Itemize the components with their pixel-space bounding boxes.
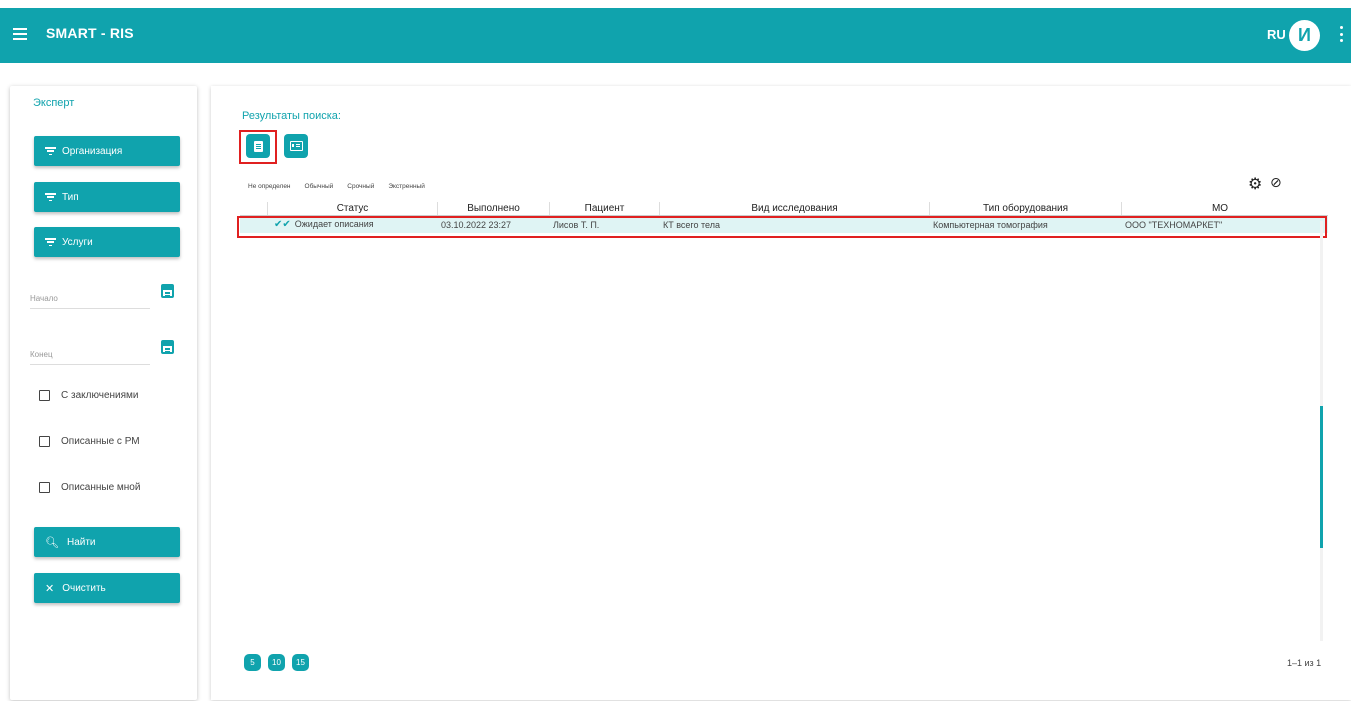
filter-button-label: Услуги [62, 236, 93, 248]
results-heading: Результаты поиска: [242, 110, 341, 122]
column-header-org[interactable]: МО [1122, 202, 1318, 215]
filter-icon [45, 193, 56, 201]
tab-emergency[interactable]: Экстренный [388, 183, 425, 190]
clear-button[interactable]: ✕ Очистить [34, 573, 180, 603]
user-avatar[interactable]: И [1289, 20, 1320, 51]
more-vert-icon[interactable] [1339, 26, 1343, 42]
scrollbar-thumb[interactable] [1320, 406, 1323, 548]
search-button[interactable]: 🔍︎ Найти [34, 527, 180, 557]
described-by-me-checkbox[interactable]: Описанные мной [39, 482, 140, 493]
checkbox-label: Описанные с РМ [61, 436, 140, 447]
calendar-icon[interactable] [161, 284, 174, 298]
checkbox-box[interactable] [39, 436, 50, 447]
page-size-15-button[interactable]: 15 [292, 654, 309, 671]
column-header-study[interactable]: Вид исследования [660, 202, 930, 215]
filter-sidebar: Эксперт Организация Тип Услуги Начало Ко… [10, 86, 197, 700]
checkbox-box[interactable] [39, 482, 50, 493]
filter-icon [45, 238, 56, 246]
page-size-5-button[interactable]: 5 [244, 654, 261, 671]
close-icon: ✕ [45, 582, 55, 595]
filter-icon [45, 147, 56, 155]
with-conclusions-checkbox[interactable]: С заключениями [39, 390, 139, 401]
column-header-select [240, 202, 268, 215]
date-to-underline [30, 364, 150, 365]
visibility-off-icon[interactable]: ⊘ [1270, 174, 1282, 191]
language-switcher[interactable]: RU [1267, 27, 1286, 42]
column-header-completed[interactable]: Выполнено [438, 202, 550, 215]
column-header-patient[interactable]: Пациент [550, 202, 660, 215]
tab-undefined[interactable]: Не определен [248, 183, 291, 190]
tab-normal[interactable]: Обычный [305, 183, 334, 190]
search-icon: 🔍︎ [45, 536, 59, 549]
tab-urgent[interactable]: Срочный [347, 183, 374, 190]
organization-filter-button[interactable]: Организация [34, 136, 180, 166]
date-from-label: Начало [30, 294, 58, 303]
sidebar-title: Эксперт [33, 97, 75, 109]
date-to-label: Конец [30, 350, 53, 359]
document-icon [253, 140, 263, 152]
results-panel: Результаты поиска: Не определен Обычный … [211, 86, 1351, 700]
column-header-equipment[interactable]: Тип оборудования [930, 202, 1122, 215]
filter-button-label: Организация [62, 145, 123, 157]
checkbox-label: Описанные мной [61, 482, 141, 493]
table-header: Статус Выполнено Пациент Вид исследовани… [240, 202, 1328, 216]
date-from-field[interactable]: Начало [30, 284, 182, 309]
search-button-label: Найти [66, 536, 96, 548]
app-header: SMART - RIS RU И [0, 8, 1351, 63]
hamburger-menu-icon[interactable] [13, 28, 27, 40]
date-from-underline [30, 308, 150, 309]
app-title: SMART - RIS [46, 25, 134, 41]
type-filter-button[interactable]: Тип [34, 182, 180, 212]
column-header-status[interactable]: Статус [268, 202, 438, 215]
gear-icon[interactable]: ⚙ [1248, 174, 1262, 194]
checkbox-label: С заключениями [61, 390, 139, 401]
card-icon [289, 141, 303, 151]
highlight-box [237, 216, 1327, 238]
priority-tabs: Не определен Обычный Срочный Экстренный [248, 183, 425, 190]
pagination-info: 1–1 из 1 [1287, 658, 1322, 668]
filter-button-label: Тип [62, 191, 79, 203]
list-view-button[interactable] [246, 134, 270, 158]
date-to-field[interactable]: Конец [30, 340, 182, 365]
clear-button-label: Очистить [62, 582, 106, 594]
described-with-rm-checkbox[interactable]: Описанные с РМ [39, 436, 140, 447]
calendar-icon[interactable] [161, 340, 174, 354]
services-filter-button[interactable]: Услуги [34, 227, 180, 257]
page-size-10-button[interactable]: 10 [268, 654, 285, 671]
checkbox-box[interactable] [39, 390, 50, 401]
card-view-button[interactable] [284, 134, 308, 158]
